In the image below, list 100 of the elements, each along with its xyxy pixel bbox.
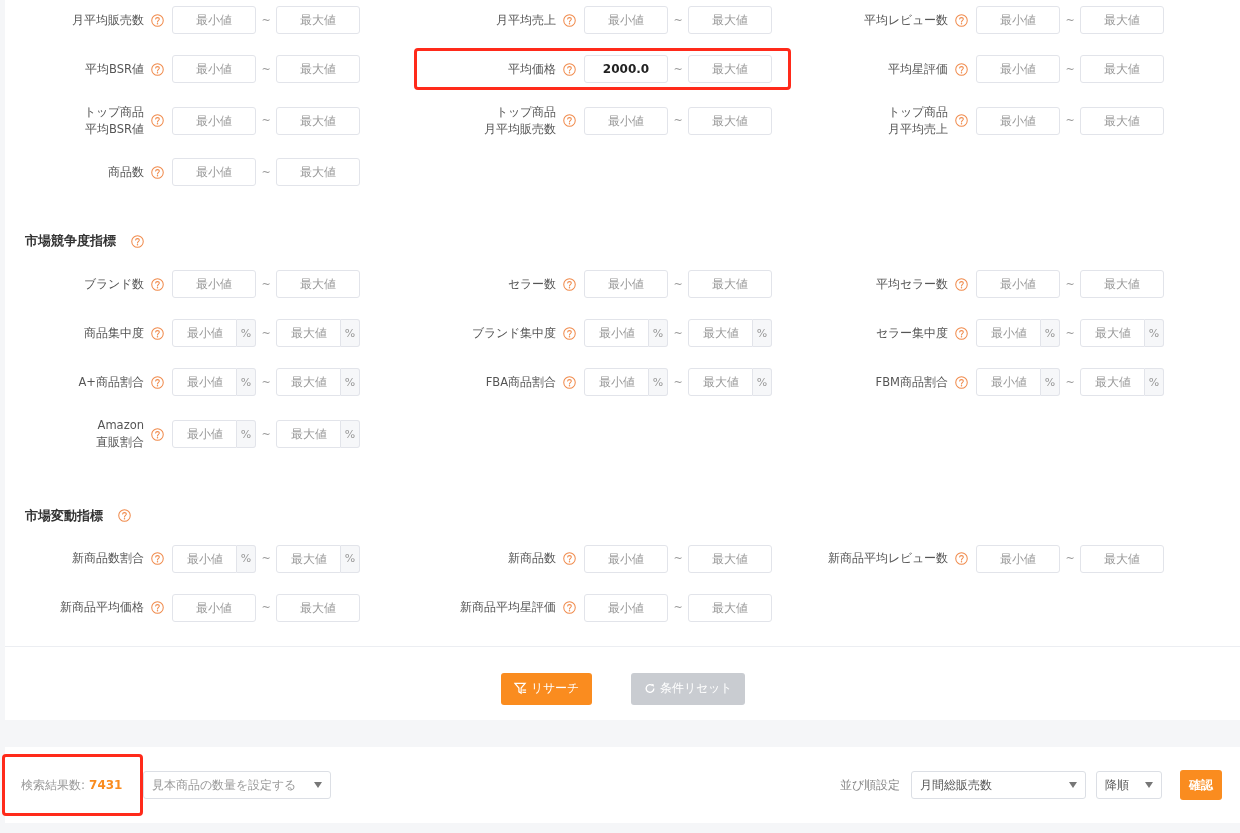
range-separator: ~ — [672, 326, 684, 340]
max-field[interactable]: 最大値 — [688, 270, 772, 299]
max-field[interactable]: 最大値 — [688, 106, 772, 135]
max-field[interactable]: 最大値 — [276, 368, 341, 397]
min-field[interactable]: 最小値 — [172, 106, 256, 135]
max-field[interactable]: 最大値 — [276, 6, 360, 34]
min-field[interactable]: 最小値 — [172, 158, 256, 187]
min-field[interactable]: 最小値 — [172, 544, 237, 573]
max-field[interactable]: 最大値 — [276, 593, 360, 622]
max-field[interactable]: 最大値 — [1080, 6, 1164, 34]
field-label: Amazon 直販割合 — [95, 417, 144, 451]
help-icon[interactable] — [151, 427, 164, 441]
max-field[interactable]: 最大値 — [276, 106, 360, 135]
min-field[interactable]: 最小値 — [976, 6, 1060, 34]
max-field[interactable]: 最大値 — [276, 319, 341, 348]
max-field[interactable]: 最大値 — [688, 593, 772, 622]
min-field[interactable]: 最小値 — [172, 270, 256, 299]
help-icon[interactable] — [563, 552, 576, 566]
min-field[interactable]: 最小値 — [584, 593, 668, 622]
field-label: FBM商品割合 — [874, 374, 948, 391]
max-field[interactable]: 最大値 — [1080, 368, 1145, 397]
range-separator: ~ — [260, 165, 272, 179]
unit-label: % — [237, 420, 256, 448]
max-field[interactable]: 最大値 — [688, 368, 753, 397]
min-field[interactable]: 最小値 — [172, 319, 237, 348]
field-label: 新商品平均価格 — [59, 599, 144, 616]
max-field[interactable]: 最大値 — [1080, 55, 1164, 83]
max-field[interactable]: 最大値 — [276, 270, 360, 299]
field-label: 平均星評価 — [887, 60, 948, 78]
range-separator: ~ — [260, 427, 272, 441]
help-icon[interactable] — [151, 62, 164, 76]
range-separator: ~ — [672, 13, 684, 27]
min-field[interactable]: 最小値 — [172, 368, 237, 397]
range-separator: ~ — [260, 552, 272, 566]
help-icon[interactable] — [151, 552, 164, 566]
min-field[interactable]: 最小値 — [172, 593, 256, 622]
help-icon[interactable] — [563, 326, 576, 340]
range-separator: ~ — [1064, 375, 1076, 389]
min-field[interactable]: 最小値 — [584, 6, 668, 34]
confirm-button[interactable]: 確認 — [1180, 770, 1222, 800]
max-field[interactable]: 最大値 — [688, 319, 753, 348]
sample-count-select[interactable]: 見本商品の数量を設定する — [143, 771, 332, 799]
max-field[interactable]: 最大値 — [1080, 106, 1164, 135]
max-field[interactable]: 最大値 — [276, 55, 360, 83]
help-icon[interactable] — [955, 326, 968, 340]
help-icon[interactable] — [563, 114, 576, 128]
help-icon[interactable] — [955, 13, 968, 27]
max-field[interactable]: 最大値 — [1080, 319, 1145, 348]
help-icon[interactable] — [955, 114, 968, 128]
max-field[interactable]: 最大値 — [276, 544, 341, 573]
help-icon[interactable] — [151, 601, 164, 615]
help-icon[interactable] — [563, 601, 576, 615]
help-icon[interactable] — [118, 509, 131, 523]
help-icon[interactable] — [563, 277, 576, 291]
help-icon[interactable] — [563, 13, 576, 27]
min-field[interactable]: 最小値 — [584, 270, 668, 299]
min-field[interactable]: 最小値 — [172, 6, 256, 34]
help-icon[interactable] — [151, 326, 164, 340]
sort-order-select[interactable]: 降順 — [1096, 771, 1162, 799]
range-separator: ~ — [1064, 277, 1076, 291]
range-separator: ~ — [260, 62, 272, 76]
max-field[interactable]: 最大値 — [688, 544, 772, 573]
min-field[interactable]: 最小値 — [584, 368, 649, 397]
min-field[interactable]: 最小値 — [976, 368, 1041, 397]
min-field[interactable]: 最小値 — [584, 319, 649, 348]
help-icon[interactable] — [151, 114, 164, 128]
help-icon[interactable] — [955, 375, 968, 389]
caret-icon — [314, 782, 323, 788]
min-field[interactable]: 最小値 — [976, 544, 1060, 573]
min-field[interactable]: 最小値 — [584, 106, 668, 135]
min-field[interactable]: 最小値 — [172, 55, 256, 83]
help-icon[interactable] — [955, 277, 968, 291]
help-icon[interactable] — [151, 375, 164, 389]
min-field[interactable]: 最小値 — [584, 544, 668, 573]
unit-label: % — [753, 319, 772, 348]
max-field[interactable]: 最大値 — [1080, 544, 1164, 573]
research-button[interactable]: リサーチ — [500, 672, 592, 705]
min-field[interactable]: 最小値 — [976, 270, 1060, 299]
range-separator: ~ — [672, 601, 684, 615]
min-field[interactable]: 最小値 — [172, 420, 237, 448]
help-icon[interactable] — [563, 375, 576, 389]
max-field[interactable]: 最大値 — [276, 158, 360, 187]
help-icon[interactable] — [151, 165, 164, 179]
min-field[interactable]: 最小値 — [976, 55, 1060, 83]
help-icon[interactable] — [131, 234, 144, 248]
sort-field-select[interactable]: 月間総販売数 — [911, 771, 1086, 799]
field-label: 新商品数 — [507, 550, 556, 567]
min-field[interactable]: 最小値 — [976, 106, 1060, 135]
help-icon[interactable] — [955, 552, 968, 566]
max-field[interactable]: 最大値 — [688, 6, 772, 34]
max-field[interactable]: 最大値 — [1080, 270, 1164, 299]
help-icon[interactable] — [151, 13, 164, 27]
min-field[interactable]: 最小値 — [976, 319, 1041, 348]
range-separator: ~ — [260, 13, 272, 27]
help-icon[interactable] — [151, 277, 164, 291]
help-icon[interactable] — [955, 62, 968, 76]
max-field[interactable]: 最大値 — [276, 420, 341, 448]
min-field[interactable]: 2000.0 — [584, 55, 668, 83]
help-icon[interactable] — [563, 62, 576, 76]
max-field[interactable]: 最大値 — [688, 55, 772, 83]
